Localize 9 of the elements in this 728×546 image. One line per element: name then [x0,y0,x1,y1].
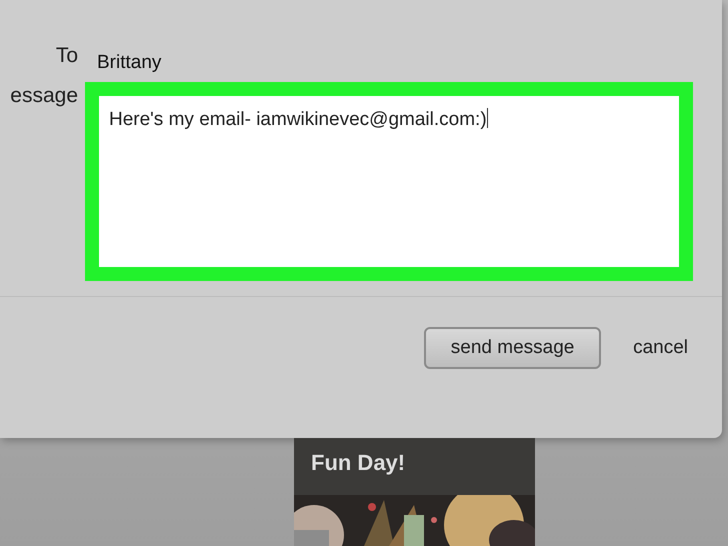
text-caret-icon [486,108,488,128]
cancel-link[interactable]: cancel [633,336,688,358]
field-label: To [54,43,78,68]
field-label: essage [9,83,78,108]
send-button[interactable]: send message [424,326,602,368]
message-field[interactable]: Here's my email- iamwikinevec@gmail.com:) [85,82,693,281]
card-title: Fun Day! [310,449,406,477]
message-text: Here's my email- iamwikinevec@gmail.com:) [109,109,487,130]
recipient-field[interactable]: Brittany [97,42,162,74]
